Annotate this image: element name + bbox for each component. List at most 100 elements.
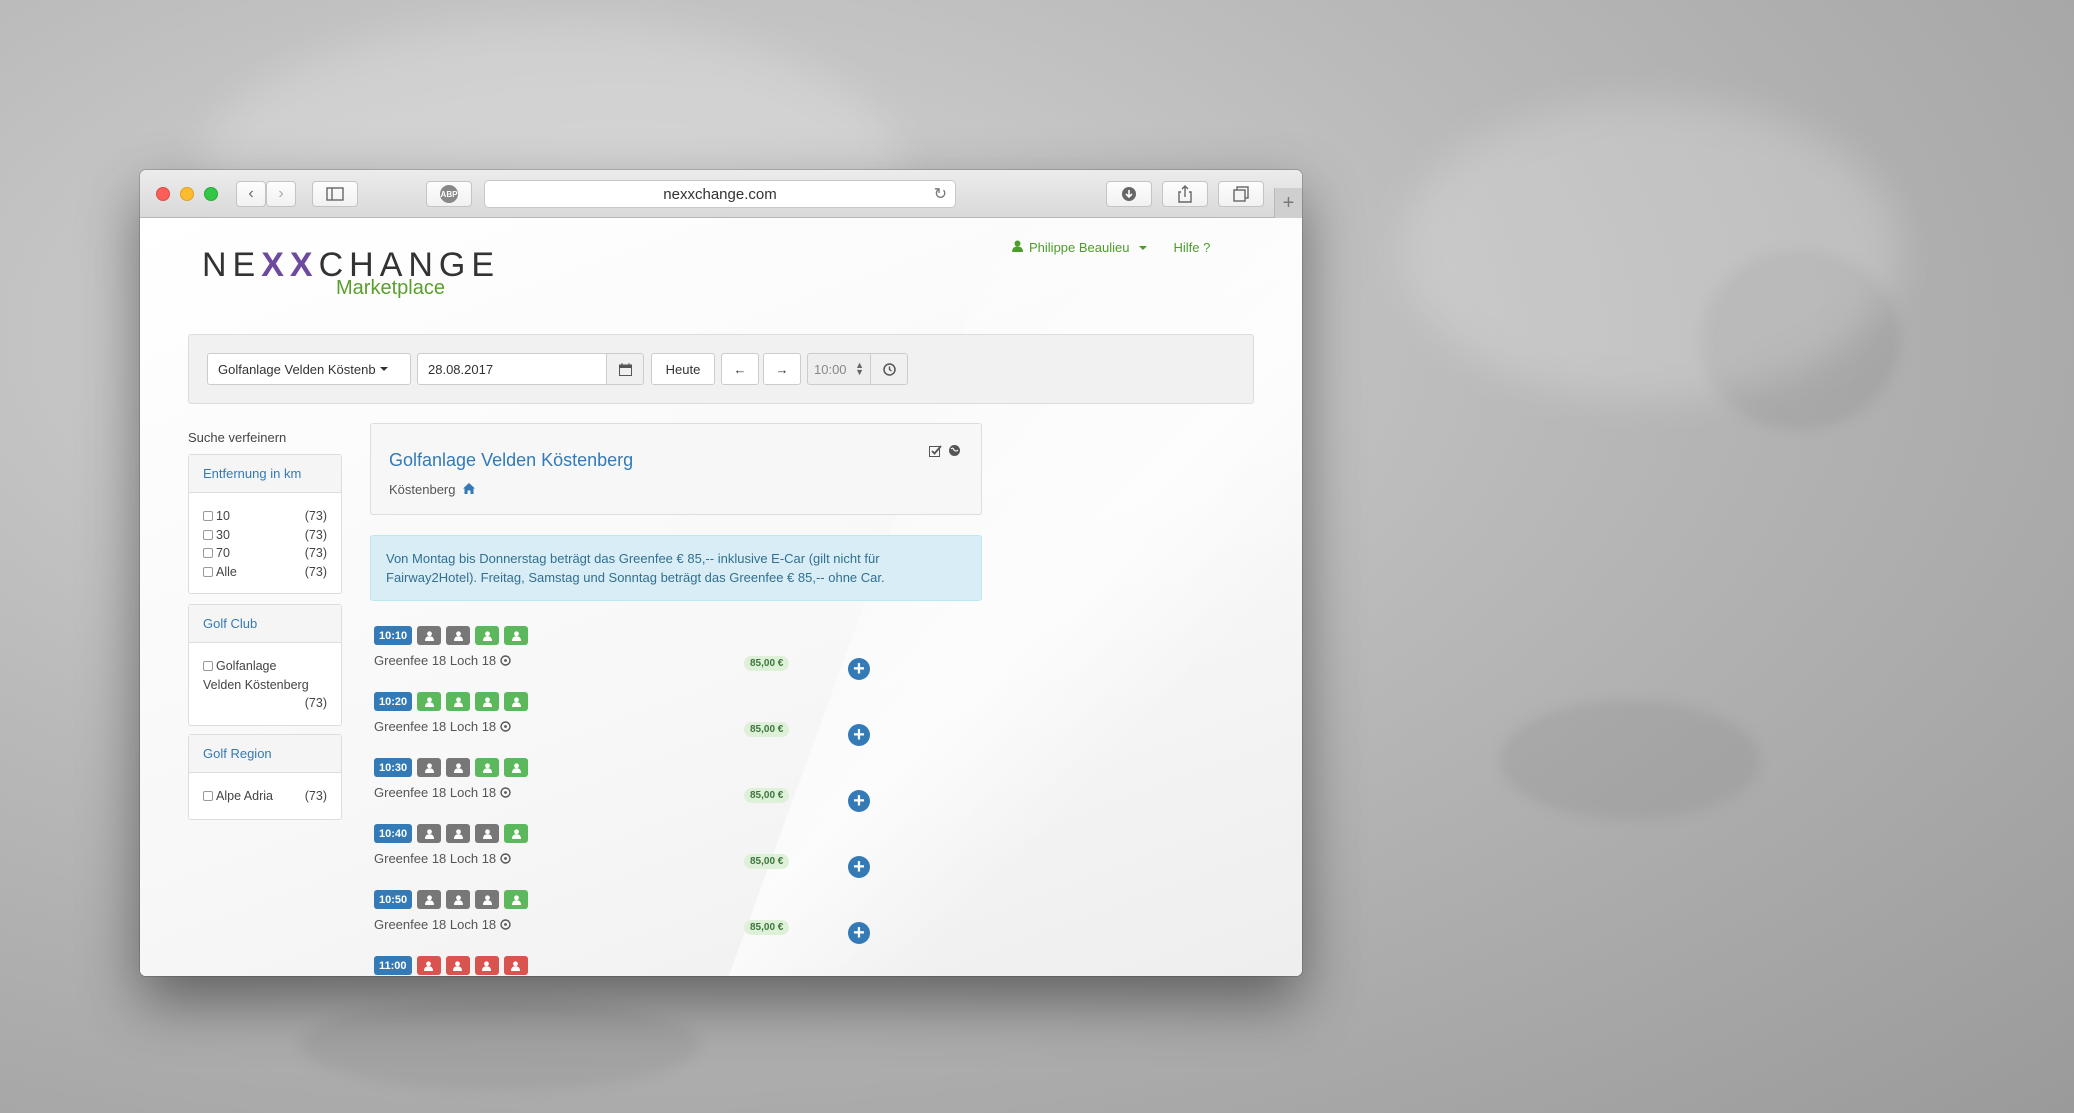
arrow-left-icon: ← bbox=[733, 361, 747, 377]
caret-down-icon bbox=[1139, 245, 1148, 250]
back-button[interactable]: ‹ bbox=[236, 181, 266, 207]
globe-icon[interactable] bbox=[948, 444, 961, 457]
checkbox[interactable] bbox=[203, 661, 213, 671]
checkbox[interactable] bbox=[203, 566, 213, 577]
clock-button[interactable] bbox=[870, 353, 908, 385]
price-badge: 85,00 € bbox=[744, 656, 790, 671]
tee-time-badge[interactable]: 11:00 bbox=[374, 956, 412, 975]
user-menu: Philippe Beaulieu Hilfe ? bbox=[1012, 240, 1210, 255]
tee-time-badge[interactable]: 10:50 bbox=[374, 890, 413, 909]
downloads-button[interactable] bbox=[1106, 181, 1152, 207]
slot-label: Greenfee 18 Loch 18 bbox=[374, 719, 894, 734]
tabs-overview-button[interactable] bbox=[1218, 181, 1264, 207]
browser-titlebar: ‹ › ABP nexxchange.com ↻ + bbox=[140, 170, 1302, 218]
logo-text-part1: NE bbox=[202, 246, 262, 284]
filter-label: 10 bbox=[216, 509, 230, 524]
filter-label: 30 bbox=[216, 527, 230, 542]
player-slot-icon-green[interactable] bbox=[504, 626, 529, 645]
player-slot-icon-green[interactable] bbox=[504, 692, 529, 711]
tee-time-slot: 10:10 Greenfee 18 Loch 18 85,00 € + bbox=[374, 626, 894, 686]
player-slot-icon-grey bbox=[417, 824, 442, 843]
filter-count: (73) bbox=[304, 509, 327, 524]
slot-badges: 10:20 bbox=[374, 692, 894, 711]
calendar-button[interactable] bbox=[606, 353, 644, 385]
course-select[interactable]: Golfanlage Velden Köstenb bbox=[207, 353, 411, 385]
player-slot-icon-green[interactable] bbox=[504, 758, 529, 777]
slot-label: Greenfee 18 Loch 18 bbox=[374, 917, 894, 932]
player-slot-icon-grey bbox=[446, 758, 471, 777]
info-circle-icon[interactable] bbox=[500, 719, 511, 734]
tee-time-slot: 10:20 Greenfee 18 Loch 18 85,00 € + bbox=[374, 692, 894, 752]
next-day-button[interactable]: → bbox=[763, 353, 801, 385]
add-to-cart-icon[interactable]: + bbox=[848, 724, 870, 746]
filter-option-club[interactable]: Golfanlage Velden Köstenberg (73) bbox=[189, 643, 341, 713]
help-link[interactable]: Hilfe ? bbox=[1173, 240, 1210, 255]
player-slot-icon-red bbox=[445, 956, 470, 975]
filter-count: (73) bbox=[304, 696, 327, 710]
share-button[interactable] bbox=[1162, 181, 1208, 207]
player-slot-icon-grey bbox=[446, 626, 471, 645]
tee-time-badge[interactable]: 10:20 bbox=[374, 692, 413, 711]
info-circle-icon[interactable] bbox=[500, 851, 511, 866]
zoom-window-button[interactable] bbox=[204, 187, 218, 201]
sidebar-toggle-button[interactable] bbox=[312, 181, 358, 207]
course-title[interactable]: Golfanlage Velden Köstenberg bbox=[389, 450, 633, 471]
filter-option-region[interactable]: Alpe Adria (73) bbox=[189, 787, 341, 806]
today-button[interactable]: Heute bbox=[651, 353, 715, 385]
checkbox[interactable] bbox=[203, 511, 213, 522]
checkbox[interactable] bbox=[203, 548, 213, 559]
add-to-cart-icon[interactable]: + bbox=[848, 922, 870, 944]
filter-option-alle[interactable]: Alle (73) bbox=[189, 563, 341, 582]
user-name: Philippe Beaulieu bbox=[1029, 240, 1130, 255]
filter-option-70[interactable]: 70 (73) bbox=[189, 544, 341, 563]
filter-option-30[interactable]: 30 (73) bbox=[189, 526, 341, 545]
player-slot-icon-grey bbox=[417, 626, 442, 645]
stepper-icon: ▲ ▼ bbox=[855, 360, 864, 377]
home-icon[interactable] bbox=[463, 482, 476, 497]
previous-day-button[interactable]: ← bbox=[721, 353, 759, 385]
filter-count: (73) bbox=[304, 564, 327, 579]
player-slot-icon-green[interactable] bbox=[417, 692, 442, 711]
slot-badges: 10:10 bbox=[374, 626, 894, 645]
player-slot-icon-grey bbox=[446, 890, 471, 909]
abp-icon: ABP bbox=[440, 185, 458, 203]
url-text: nexxchange.com bbox=[663, 185, 777, 203]
reload-icon[interactable]: ↻ bbox=[934, 184, 947, 204]
time-value: 10:00 bbox=[814, 361, 847, 377]
checkbox-checked-icon[interactable] bbox=[929, 444, 942, 457]
price-badge: 85,00 € bbox=[744, 722, 790, 737]
download-icon bbox=[1122, 187, 1136, 201]
forward-button[interactable]: › bbox=[266, 181, 296, 207]
date-input[interactable]: 28.08.2017 bbox=[417, 353, 607, 385]
nexxchange-logo[interactable]: NE XX CHANGE Marketplace bbox=[202, 246, 500, 300]
player-slot-icon-green[interactable] bbox=[446, 692, 471, 711]
info-circle-icon[interactable] bbox=[500, 653, 511, 668]
tee-time-badge[interactable]: 10:10 bbox=[374, 626, 413, 645]
adblock-button[interactable]: ABP bbox=[426, 181, 472, 207]
tee-time-badge[interactable]: 10:30 bbox=[374, 758, 413, 777]
player-slot-icon-red bbox=[474, 956, 499, 975]
player-slot-icon-green[interactable] bbox=[475, 758, 500, 777]
user-dropdown[interactable]: Philippe Beaulieu bbox=[1012, 240, 1148, 255]
address-bar[interactable]: nexxchange.com ↻ bbox=[484, 180, 956, 208]
player-slot-icon-green[interactable] bbox=[504, 890, 529, 909]
checkbox[interactable] bbox=[203, 529, 213, 540]
minimize-window-button[interactable] bbox=[180, 187, 194, 201]
add-to-cart-icon[interactable]: + bbox=[848, 856, 870, 878]
add-to-cart-icon[interactable]: + bbox=[848, 790, 870, 812]
player-slot-icon-green[interactable] bbox=[475, 626, 500, 645]
player-slot-icon-green[interactable] bbox=[504, 824, 529, 843]
course-select-value: Golfanlage Velden Köstenb bbox=[218, 361, 376, 377]
close-window-button[interactable] bbox=[156, 187, 170, 201]
add-to-cart-icon[interactable]: + bbox=[848, 658, 870, 680]
filter-option-10[interactable]: 10 (73) bbox=[189, 507, 341, 526]
tee-time-badge[interactable]: 10:40 bbox=[374, 824, 413, 843]
filter-label: Golfanlage bbox=[216, 659, 277, 673]
time-select[interactable]: 10:00 ▲ ▼ bbox=[807, 353, 871, 385]
checkbox[interactable] bbox=[203, 791, 213, 802]
info-circle-icon[interactable] bbox=[500, 785, 511, 800]
golf-region-filter-heading: Golf Region bbox=[189, 735, 341, 773]
player-slot-icon-green[interactable] bbox=[475, 692, 500, 711]
new-tab-button[interactable]: + bbox=[1274, 188, 1302, 218]
info-circle-icon[interactable] bbox=[500, 917, 511, 932]
